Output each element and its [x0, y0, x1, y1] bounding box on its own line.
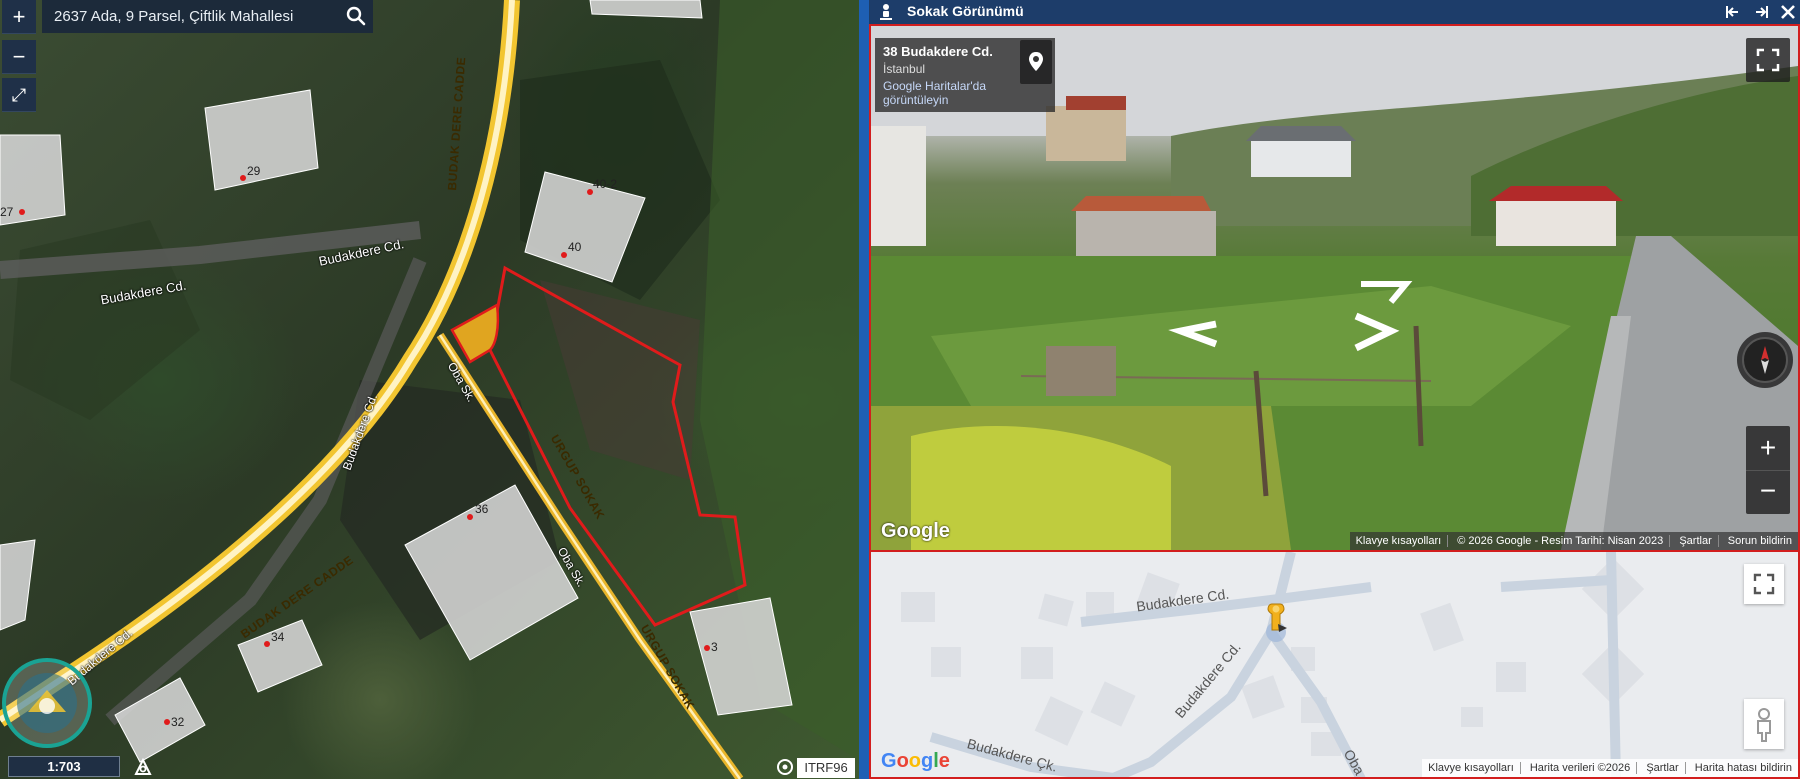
parcel-search-box[interactable]: 2637 Ada, 9 Parsel, Çiftlik Mahallesi [42, 0, 373, 33]
google-logo: Google [881, 520, 950, 542]
mini-map[interactable]: Budakdere Cd. Budakdere Cd. Budakdere Çk… [869, 552, 1800, 779]
building-number: 40-2 [593, 177, 618, 191]
building-number: 36 [475, 502, 489, 516]
street-view-title: Sokak Görünümü [907, 3, 1024, 19]
pegman-icon [880, 4, 892, 20]
compass-button[interactable] [1737, 332, 1793, 388]
building-number: 40 [568, 240, 582, 254]
copyright-text: © 2026 Google - Resim Tarihi: Nisan 2023 [1451, 535, 1671, 547]
building-number: 3 [711, 640, 718, 654]
building-number: 29 [247, 164, 261, 178]
pegman-icon [1757, 708, 1771, 742]
parcel-map[interactable]: + − ⤢ 2637 Ada, 9 Parsel, Çiftlik Mahall… [0, 0, 859, 779]
company-logo [2, 658, 92, 748]
zoom-in-button[interactable]: + [1746, 426, 1790, 470]
compass-icon [1742, 337, 1788, 383]
terms-link[interactable]: Şartlar [1673, 535, 1719, 547]
google-logo: Google [881, 750, 950, 772]
zoom-out-button[interactable]: − [2, 40, 36, 74]
pegman-button[interactable] [1744, 699, 1784, 749]
zoom-out-button[interactable]: − [1746, 470, 1790, 514]
report-map-error-link[interactable]: Harita hatası bildirin [1689, 762, 1798, 774]
target-icon[interactable] [776, 758, 794, 776]
close-icon[interactable] [1779, 3, 1797, 21]
dock-right-icon[interactable] [1752, 3, 1770, 21]
location-pin-button[interactable] [1020, 40, 1052, 84]
terms-link[interactable]: Şartlar [1640, 762, 1686, 774]
map-data-text: Harita verileri ©2026 [1523, 762, 1638, 774]
mini-map-footer: Klavye kısayolları Harita verileri ©2026… [1422, 759, 1798, 777]
building-number: 27 [0, 205, 14, 219]
fullscreen-icon [1756, 48, 1780, 72]
street-view-footer: Klavye kısayolları © 2026 Google - Resim… [1349, 532, 1798, 550]
mini-map-fullscreen-button[interactable] [1744, 564, 1784, 604]
map-canvas [0, 0, 859, 779]
map-scale: 1:703 [8, 756, 120, 777]
building-number: 32 [171, 715, 185, 729]
search-icon[interactable] [345, 5, 367, 27]
street-view-header: Sokak Görünümü [869, 0, 1800, 24]
measure-icon[interactable] [132, 756, 154, 778]
zoom-in-button[interactable]: + [2, 0, 36, 34]
zoom-controls: + − [1746, 426, 1790, 514]
report-problem-link[interactable]: Sorun bildirin [1722, 535, 1798, 547]
keyboard-shortcuts-link[interactable]: Klavye kısayolları [1349, 535, 1449, 547]
location-pin-icon [1029, 52, 1043, 71]
fullscreen-button[interactable] [1746, 38, 1790, 82]
building-number: 34 [271, 630, 285, 644]
dock-left-icon[interactable] [1724, 3, 1742, 21]
street-view-panorama[interactable]: 38 Budakdere Cd. İstanbul Google Harital… [869, 24, 1800, 552]
keyboard-shortcuts-link[interactable]: Klavye kısayolları [1422, 762, 1521, 774]
pane-divider[interactable] [859, 0, 869, 779]
fullscreen-button[interactable]: ⤢ [2, 78, 36, 112]
search-query-text: 2637 Ada, 9 Parsel, Çiftlik Mahallesi [54, 8, 294, 25]
mini-map-canvas [901, 552, 1645, 777]
fullscreen-icon [1753, 573, 1775, 595]
coordinate-system-label[interactable]: ITRF96 [797, 758, 855, 778]
